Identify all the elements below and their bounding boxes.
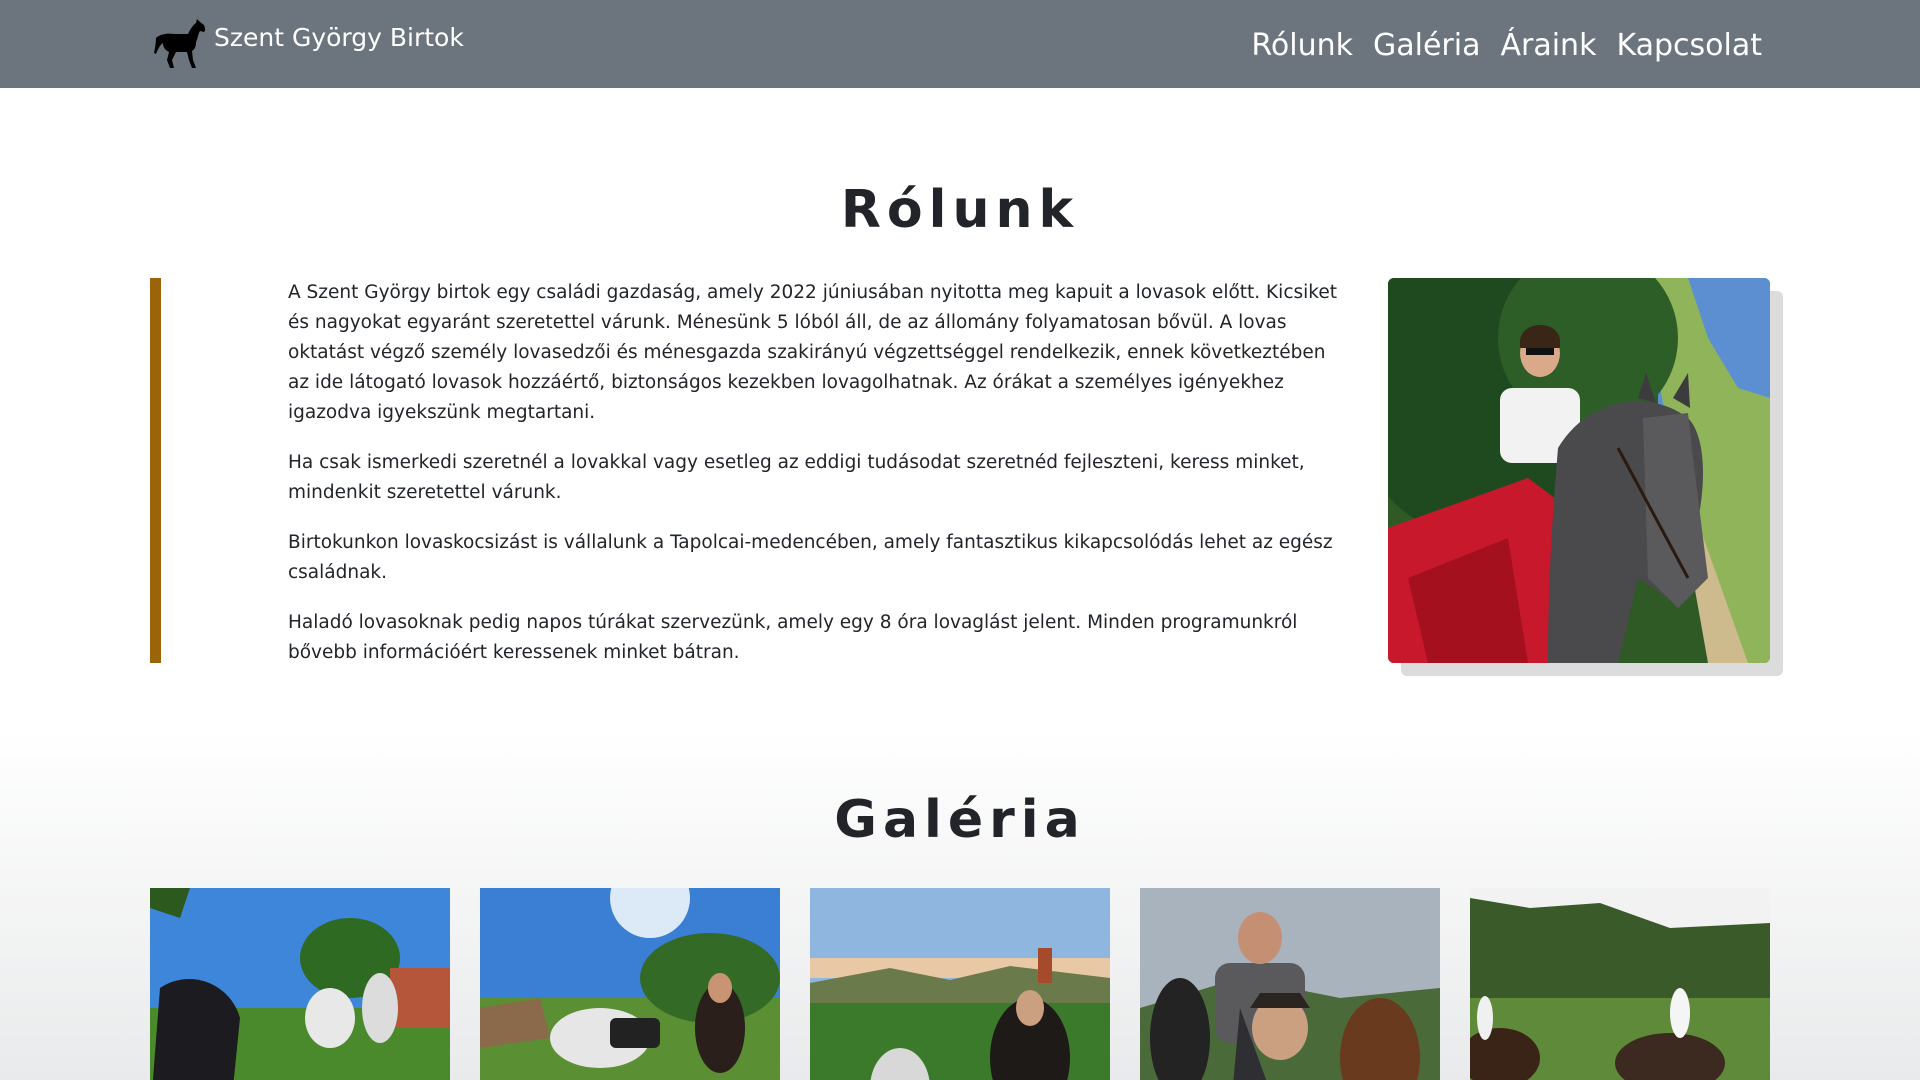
nav-link-galeria[interactable]: Galéria [1373,24,1480,68]
gallery-section: Galéria [0,728,1920,1080]
brand-link[interactable]: Szent György Birtok [150,16,464,70]
gallery-photo-2[interactable] [480,888,780,1080]
about-title: Rólunk [840,180,1080,240]
gallery-photo-5[interactable] [1470,888,1770,1080]
about-text: A Szent György birtok egy családi gazdas… [288,278,1348,688]
gallery-photo-4[interactable] [1140,888,1440,1080]
nav-links: Rólunk Galéria Áraink Kapcsolat [1251,24,1762,68]
rider-photo [1388,278,1770,663]
nav-link-kapcsolat[interactable]: Kapcsolat [1616,24,1762,68]
nav-link-rolunk[interactable]: Rólunk [1251,24,1353,68]
about-photo [1388,278,1783,676]
about-paragraph: Haladó lovasoknak pedig napos túrákat sz… [288,612,1298,663]
gallery-row [150,888,1770,1080]
about-paragraph: Ha csak ismerkedi szeretnél a lovakkal v… [288,452,1305,503]
gallery-title: Galéria [834,790,1086,850]
about-paragraph: A Szent György birtok egy családi gazdas… [288,282,1337,423]
gallery-photo-1[interactable] [150,888,450,1080]
gallery-photo-3[interactable] [810,888,1110,1080]
accent-bar [150,278,161,663]
horse-icon [154,19,206,68]
about-paragraph: Birtokunkon lovaskocsizást is vállalunk … [288,532,1333,583]
about-section: Rólunk A Szent György birtok egy családi… [0,88,1920,728]
brand-name: Szent György Birtok [214,22,464,52]
navbar: Szent György Birtok Rólunk Galéria Árain… [0,0,1920,88]
nav-link-araink[interactable]: Áraink [1500,24,1596,68]
